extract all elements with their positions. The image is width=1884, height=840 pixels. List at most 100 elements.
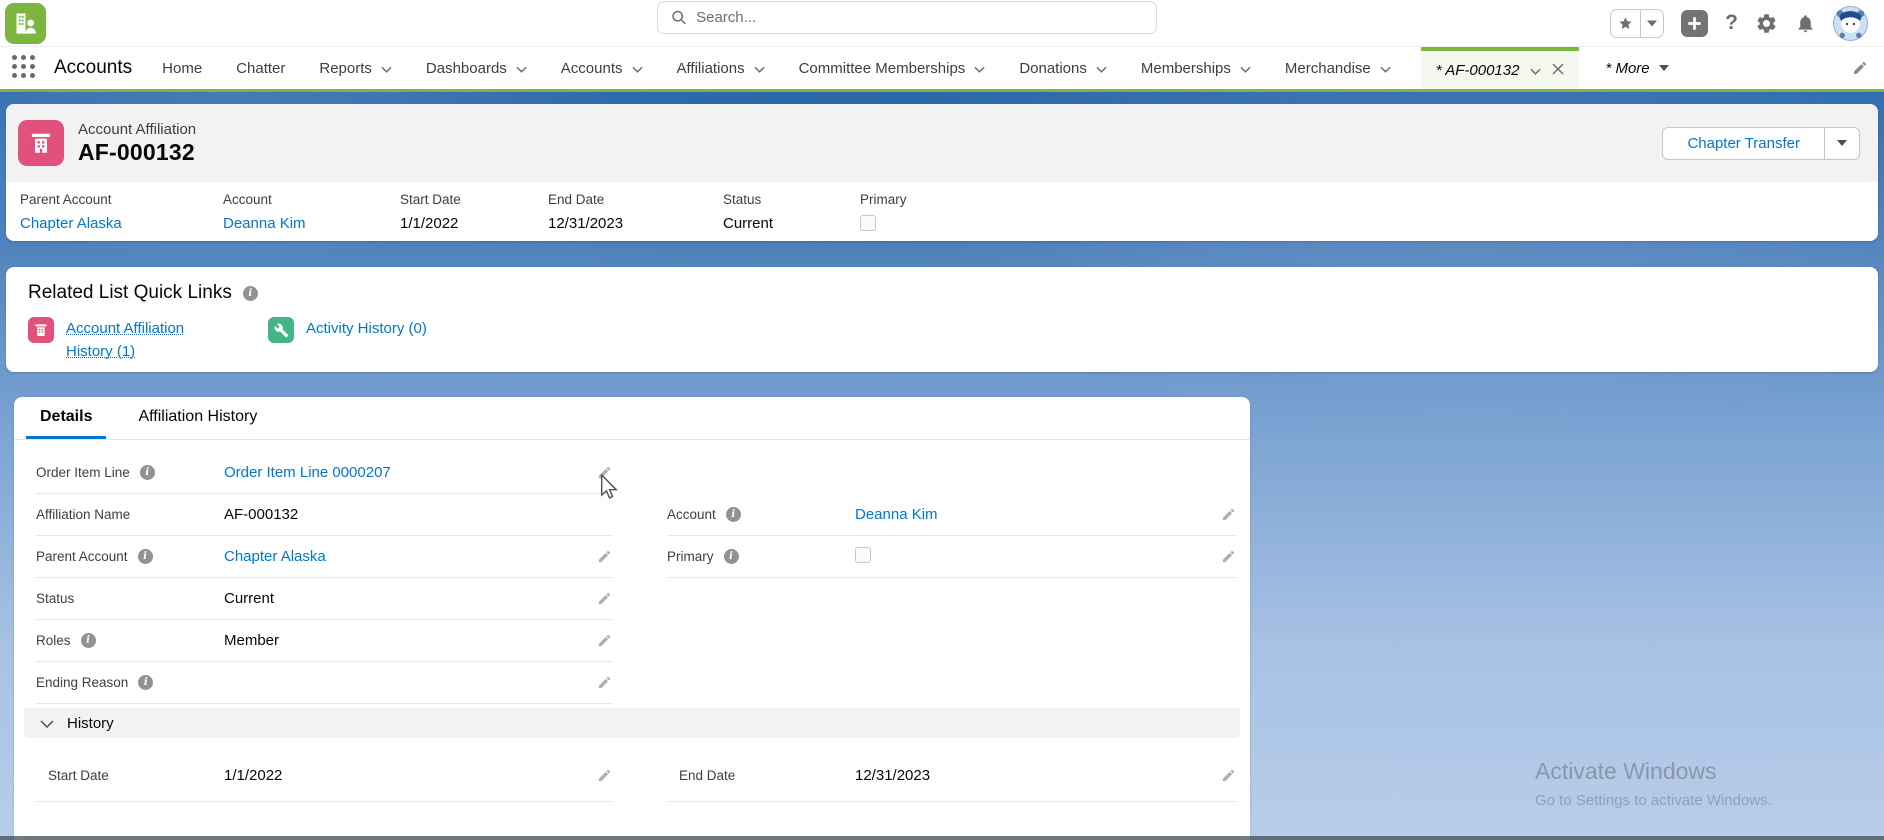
info-icon[interactable]: i <box>140 465 155 480</box>
field-row-parent-account: Parent AccountiChapter Alaska <box>36 536 612 578</box>
quick-link-anchor[interactable]: Activity History (0) <box>306 320 427 337</box>
chapter-transfer-button[interactable]: Chapter Transfer <box>1662 127 1824 160</box>
chapter-alaska-link[interactable]: Chapter Alaska <box>20 215 122 232</box>
chevron-down-icon <box>40 715 54 732</box>
setup-button[interactable] <box>1755 12 1778 35</box>
chevron-down-icon[interactable] <box>754 66 765 73</box>
edit-pencil-icon[interactable] <box>597 465 612 480</box>
nav-tab-accounts[interactable]: Accounts <box>561 60 643 77</box>
field-value: Current <box>723 215 773 232</box>
quick-link-anchor[interactable]: Account Affiliation History (1) <box>66 317 198 364</box>
app-launcher-icon[interactable] <box>12 55 38 81</box>
favorites-group <box>1610 9 1664 38</box>
info-icon[interactable]: i <box>81 633 96 648</box>
notifications-button[interactable] <box>1795 13 1816 34</box>
chevron-down-icon[interactable] <box>516 66 527 73</box>
help-button[interactable]: ? <box>1725 11 1738 35</box>
nav-tab-dashboards[interactable]: Dashboards <box>426 60 527 77</box>
field-row-account: AccountiDeanna Kim <box>667 494 1236 536</box>
chevron-down-icon[interactable] <box>632 66 643 73</box>
nav-tab-label: Merchandise <box>1285 60 1371 77</box>
gear-icon <box>1755 12 1778 35</box>
nav-tab-merchandise[interactable]: Merchandise <box>1285 60 1391 77</box>
fields-column: End Date12/31/2023 <box>667 750 1236 802</box>
edit-pencil-icon[interactable] <box>597 591 612 606</box>
section-header-history[interactable]: History <box>24 708 1240 738</box>
building-person-icon <box>12 10 39 37</box>
nav-tab-affiliations[interactable]: Affiliations <box>677 60 765 77</box>
tab-details[interactable]: Details <box>26 397 106 439</box>
highlight-field-end-date: End Date12/31/2023 <box>542 192 717 235</box>
edit-pencil-icon[interactable] <box>597 549 612 564</box>
chevron-down-icon[interactable] <box>1096 66 1107 73</box>
highlights-fields: Parent Account Chapter Alaska Account Deann… <box>6 182 1878 235</box>
actions-menu-button[interactable] <box>1824 127 1860 160</box>
info-icon[interactable]: i <box>138 549 153 564</box>
field-label: Parent Accounti <box>36 549 224 564</box>
search-input[interactable] <box>696 9 1143 26</box>
edit-pencil-icon[interactable] <box>597 768 612 783</box>
deanna-kim-link[interactable]: Deanna Kim <box>223 215 306 232</box>
favorites-menu-button[interactable] <box>1640 10 1663 37</box>
nav-tab-af-000132-active[interactable]: * AF-000132 <box>1421 47 1580 89</box>
app-logo-icon[interactable] <box>5 3 46 44</box>
field-label: End Date <box>667 768 855 783</box>
primary-checkbox[interactable] <box>860 215 876 231</box>
primary-checkbox[interactable] <box>855 547 871 563</box>
field-label: Status <box>723 192 854 207</box>
edit-navigation-pencil-icon[interactable] <box>1852 60 1868 76</box>
quick-links-list: Account Affiliation History (1) Activity … <box>28 317 1856 364</box>
global-search <box>657 1 1157 34</box>
highlight-field-parent-account: Parent Account Chapter Alaska <box>14 192 217 235</box>
record-highlights-card: Account Affiliation AF-000132 Chapter Tr… <box>6 104 1878 241</box>
building-icon <box>28 317 54 343</box>
chevron-down-icon[interactable] <box>974 66 985 73</box>
user-avatar[interactable] <box>1833 6 1868 41</box>
nav-tab-memberships[interactable]: Memberships <box>1141 60 1251 77</box>
deanna-kim-link[interactable]: Deanna Kim <box>855 506 938 523</box>
global-actions-button[interactable] <box>1681 10 1708 37</box>
edit-pencil-icon[interactable] <box>597 675 612 690</box>
field-label: Order Item Linei <box>36 465 224 480</box>
tab-affiliation-history[interactable]: Affiliation History <box>124 397 271 439</box>
edit-pencil-icon[interactable] <box>1221 549 1236 564</box>
nav-tab-label: Home <box>162 60 202 77</box>
field-label: Account <box>223 192 394 207</box>
field-row-primary: Primaryi <box>667 536 1236 578</box>
active-tab-label: * AF-000132 <box>1436 62 1520 79</box>
nav-tab-committee-memberships[interactable]: Committee Memberships <box>799 60 986 77</box>
field-value: 12/31/2023 <box>548 215 623 232</box>
header-actions: ? <box>1610 5 1868 41</box>
record-actions: Chapter Transfer <box>1662 127 1860 160</box>
chevron-down-icon[interactable] <box>1240 66 1251 73</box>
chevron-down-icon[interactable] <box>381 66 392 73</box>
close-tab-icon[interactable] <box>1552 62 1564 79</box>
star-icon <box>1618 16 1633 31</box>
edit-pencil-icon[interactable] <box>1221 768 1236 783</box>
bell-icon <box>1795 13 1816 34</box>
tab-affiliation-history-label: Affiliation History <box>138 408 257 426</box>
chapter-alaska-link[interactable]: Chapter Alaska <box>224 548 326 565</box>
nav-more-menu[interactable]: * More <box>1605 60 1668 77</box>
info-icon[interactable]: i <box>726 507 741 522</box>
order-item-line-0000207-link[interactable]: Order Item Line 0000207 <box>224 464 391 481</box>
info-icon[interactable]: i <box>138 675 153 690</box>
edit-pencil-icon[interactable] <box>1221 507 1236 522</box>
nav-tab-home[interactable]: Home <box>162 60 202 77</box>
fields-column: AccountiDeanna KimPrimaryi <box>667 452 1236 704</box>
info-icon[interactable]: i <box>724 549 739 564</box>
nav-tab-reports[interactable]: Reports <box>319 60 392 77</box>
info-icon[interactable]: i <box>243 286 258 301</box>
quick-links-title-text: Related List Quick Links <box>28 282 232 304</box>
chevron-down-icon[interactable] <box>1530 62 1541 79</box>
search-icon <box>671 9 687 26</box>
chevron-down-icon[interactable] <box>1380 66 1391 73</box>
nav-tab-label: Reports <box>319 60 372 77</box>
nav-tab-chatter[interactable]: Chatter <box>236 60 285 77</box>
edit-pencil-icon[interactable] <box>597 633 612 648</box>
favorite-star-button[interactable] <box>1611 10 1640 37</box>
nav-tab-donations[interactable]: Donations <box>1019 60 1107 77</box>
field-label: Start Date <box>36 768 224 783</box>
field-label: Parent Account <box>20 192 217 207</box>
bottom-bar <box>0 836 1884 840</box>
